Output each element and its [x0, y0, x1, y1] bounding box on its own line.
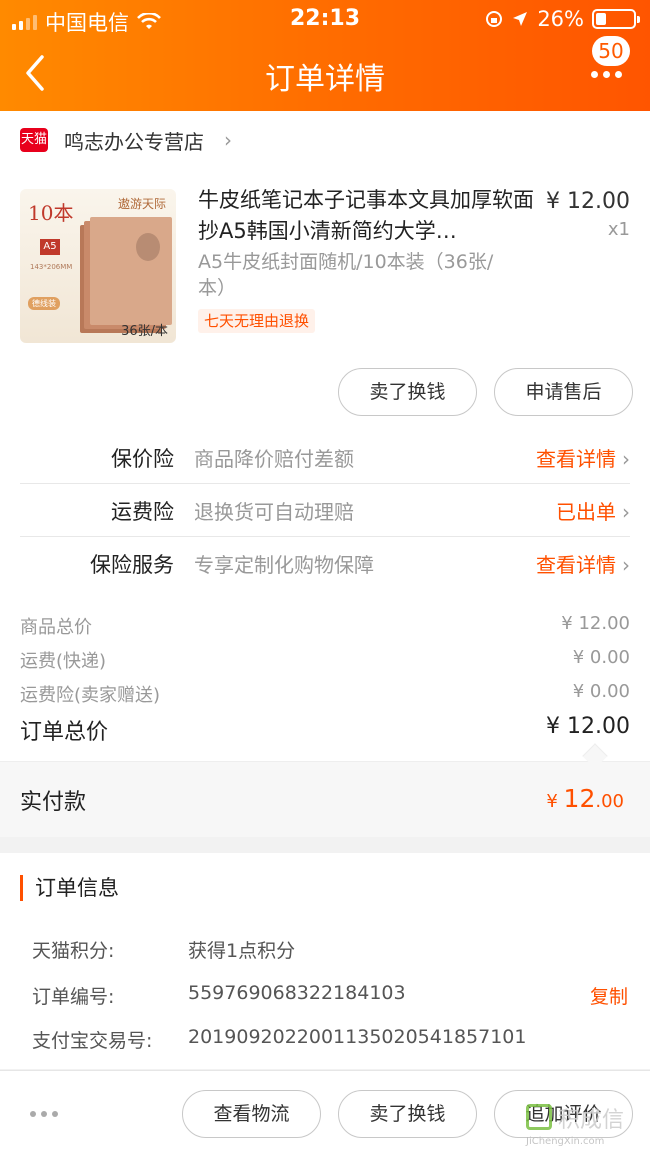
- message-badge: 50: [592, 36, 630, 66]
- location-icon: [513, 12, 528, 26]
- order-info-heading: 订单信息: [20, 875, 119, 901]
- insurance-row-price-protection[interactable]: 保价险 商品降价赔付差额 查看详情 ›: [20, 431, 630, 484]
- points-label: 天猫积分:: [32, 940, 115, 962]
- tmall-logo-icon: 天猫: [20, 128, 48, 152]
- alipay-label: 支付宝交易号:: [32, 1030, 153, 1052]
- image-tag-text: 德线装: [28, 297, 60, 310]
- bottom-action-bar: 查看物流 卖了换钱 追加评价 积成信 JiChengXin.com: [0, 1070, 650, 1156]
- notebook-illustration: [90, 217, 172, 325]
- alipay-value: 2019092022001135020541857101: [188, 1026, 527, 1048]
- more-menu-button[interactable]: 50: [574, 36, 634, 100]
- rotation-lock-icon: [486, 11, 503, 27]
- status-right: 26%: [485, 7, 640, 31]
- insurance-action[interactable]: 已出单 ›: [556, 496, 630, 525]
- nav-bar: 订单详情 50: [0, 36, 650, 106]
- header-bar: 中国电信 22:13 26% 订单详情 50: [0, 0, 650, 111]
- product-image[interactable]: 10本 遨游天际 A5 143*206MM 德线装 36张/本: [20, 189, 176, 343]
- watermark-text: 积成信: [558, 1108, 625, 1133]
- goods-total-label: 商品总价: [20, 617, 92, 638]
- shipping-label: 运费(快递): [20, 651, 107, 672]
- insurance-desc: 专享定制化购物保障: [194, 553, 374, 577]
- order-number-label: 订单编号:: [32, 986, 115, 1008]
- return-policy-badge: 七天无理由退换: [198, 309, 316, 333]
- order-total-value: ¥ 12.00: [546, 714, 630, 739]
- after-sale-button[interactable]: 申请售后: [494, 368, 633, 416]
- insurance-desc: 退换货可自动理赔: [194, 500, 354, 524]
- order-card: 天猫 鸣志办公专营店 › 10本 遨游天际 A5 143*206MM 德线装 3…: [0, 111, 650, 837]
- product-sku: A5牛皮纸封面随机/10本装（36张/本）: [198, 251, 494, 299]
- shop-header[interactable]: 天猫 鸣志办公专营店 ›: [20, 125, 232, 155]
- sell-button[interactable]: 卖了换钱: [338, 1090, 477, 1138]
- image-sheets-text: 36张/本: [121, 324, 168, 339]
- image-size-text: 143*206MM: [30, 263, 73, 271]
- shipping-insurance-row: 运费险(卖家赠送) ¥ 0.00: [20, 681, 630, 707]
- watermark-url: JiChengXin.com: [526, 1136, 605, 1147]
- paid-amount-row: 实付款 ¥ 12.00: [0, 761, 650, 837]
- status-bar: 中国电信 22:13 26%: [0, 0, 650, 38]
- order-number-row: 订单编号: 559769068322184103 复制: [32, 982, 628, 1009]
- goods-total-value: ¥ 12.00: [561, 613, 630, 634]
- product-price: ¥ 12.00: [546, 189, 630, 214]
- insurance-action[interactable]: 查看详情 ›: [536, 443, 630, 472]
- alipay-row: 支付宝交易号: 2019092022001135020541857101: [32, 1026, 628, 1053]
- goods-total-row: 商品总价 ¥ 12.00: [20, 613, 630, 639]
- image-brand-text: 遨游天际: [117, 197, 166, 211]
- order-total-row: 订单总价 ¥ 12.00: [20, 714, 630, 746]
- order-total-label: 订单总价: [20, 720, 109, 745]
- shop-name: 鸣志办公专营店: [64, 129, 204, 154]
- battery-percent: 26%: [537, 7, 584, 31]
- view-logistics-button[interactable]: 查看物流: [182, 1090, 321, 1138]
- insurance-row-service[interactable]: 保险服务 专享定制化购物保障 查看详情 ›: [20, 537, 630, 590]
- image-a5-text: A5: [40, 239, 60, 255]
- page-title: 订单详情: [265, 62, 385, 97]
- insurance-action[interactable]: 查看详情 ›: [536, 549, 630, 578]
- chevron-right-icon: ›: [622, 500, 630, 524]
- order-info-section: 订单信息 天猫积分: 获得1点积分 订单编号: 5597690683221841…: [0, 853, 650, 1069]
- order-number-value: 559769068322184103: [188, 982, 406, 1004]
- points-row: 天猫积分: 获得1点积分: [32, 936, 628, 963]
- product-title[interactable]: 牛皮纸笔记本子记事本文具加厚软面抄A5韩国小清新简约大学…: [198, 185, 536, 247]
- more-dots-icon: [591, 71, 622, 78]
- chevron-right-icon: ›: [622, 553, 630, 577]
- sell-item-button[interactable]: 卖了换钱: [338, 368, 477, 416]
- chevron-right-icon: ›: [622, 447, 630, 471]
- insurance-row-shipping[interactable]: 运费险 退换货可自动理赔 已出单 ›: [20, 484, 630, 537]
- battery-icon: [592, 9, 640, 29]
- shipping-insurance-value: ¥ 0.00: [572, 681, 630, 702]
- image-count-text: 10本: [28, 201, 74, 225]
- shipping-value: ¥ 0.00: [572, 647, 630, 668]
- more-options-icon[interactable]: [30, 1111, 58, 1117]
- watermark-logo: 积成信 JiChengXin.com: [526, 1102, 644, 1152]
- insurance-name: 运费险: [111, 500, 174, 524]
- product-quantity: x1: [607, 219, 630, 240]
- copy-button[interactable]: 复制: [590, 982, 628, 1009]
- paid-value: ¥ 12.00: [546, 784, 624, 813]
- paid-label: 实付款: [20, 790, 87, 815]
- insurance-desc: 商品降价赔付差额: [194, 447, 354, 471]
- points-value: 获得1点积分: [188, 940, 296, 962]
- watermark-box-icon: [526, 1104, 552, 1130]
- shipping-row: 运费(快递) ¥ 0.00: [20, 647, 630, 673]
- insurance-name: 保险服务: [90, 553, 174, 577]
- chevron-right-icon: ›: [224, 128, 232, 152]
- insurance-name: 保价险: [111, 447, 174, 471]
- shipping-insurance-label: 运费险(卖家赠送): [20, 685, 161, 706]
